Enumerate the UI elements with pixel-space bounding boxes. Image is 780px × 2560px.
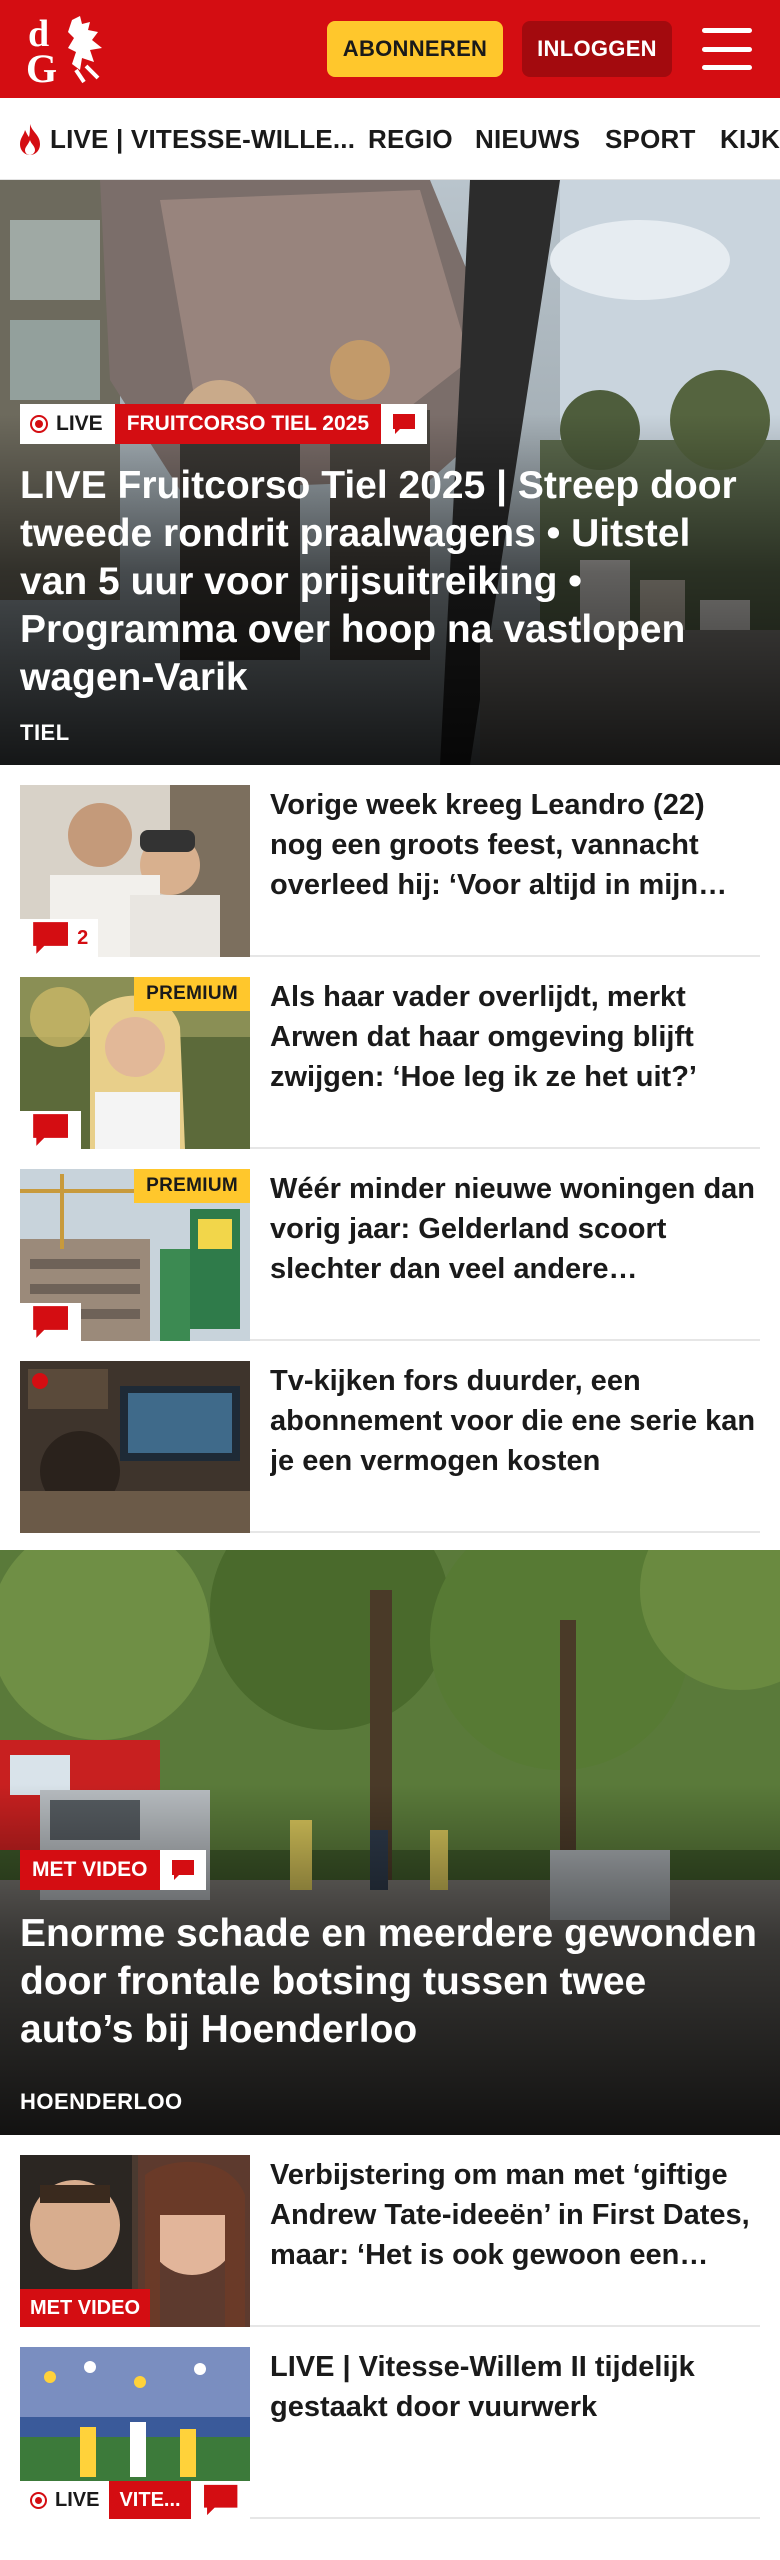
comment-count[interactable] xyxy=(20,1303,82,1341)
hero-labels: LIVE FRUITCORSO TIEL 2025 xyxy=(20,404,428,444)
live-badge: LIVE xyxy=(20,404,115,444)
hero-article-hoenderloo[interactable]: MET VIDEO Enorme schade en meerdere gewo… xyxy=(0,1550,780,2135)
live-badge: LIVE xyxy=(20,2481,110,2519)
hero-location: TIEL xyxy=(20,720,70,745)
article-title[interactable]: Tv-kijken fors duurder, een abonnement v… xyxy=(270,1361,760,1481)
list-item[interactable]: PREMIUM Wéér minder nieuwe woningen dan … xyxy=(20,1149,760,1341)
list-item[interactable]: 2 Vorige week kreeg Leandro (22) nog een… xyxy=(20,765,760,957)
comment-count[interactable]: 2 xyxy=(20,919,99,957)
hero-location: HOENDERLOO xyxy=(20,2089,183,2114)
comment-icon xyxy=(33,1306,68,1338)
section-nav: LIVE | VITESSE-WILLE... REGIO NIEUWS SPO… xyxy=(0,98,780,180)
article-thumbnail: LIVE VITE... xyxy=(20,2347,250,2519)
list-item[interactable]: Tv-kijken fors duurder, een abonnement v… xyxy=(20,1341,760,1533)
flame-icon xyxy=(20,124,40,155)
hero-labels: MET VIDEO xyxy=(20,1850,206,1890)
list-item[interactable]: PREMIUM Als haar vader overlijdt, merkt … xyxy=(20,957,760,1149)
article-thumbnail: PREMIUM xyxy=(20,1169,250,1341)
hero-title[interactable]: Enorme schade en meerdere gewonden door … xyxy=(20,1910,760,2054)
comment-count[interactable] xyxy=(190,2481,250,2519)
premium-badge: PREMIUM xyxy=(134,977,250,1011)
site-header: d G ABONNEREN INLOGGEN xyxy=(0,0,780,98)
video-badge: MET VIDEO xyxy=(20,1850,160,1890)
article-title[interactable]: Als haar vader overlijdt, merkt Arwen da… xyxy=(270,977,760,1097)
nav-item-regio[interactable]: REGIO xyxy=(368,98,453,179)
category-badge[interactable]: FRUITCORSO TIEL 2025 xyxy=(114,404,382,444)
hamburger-menu-icon[interactable] xyxy=(702,28,752,70)
login-button[interactable]: INLOGGEN xyxy=(522,21,672,77)
live-dot-icon xyxy=(30,2491,47,2509)
article-thumbnail: 2 xyxy=(20,785,250,957)
nav-item-sport[interactable]: SPORT xyxy=(605,98,696,179)
comment-count[interactable] xyxy=(20,1111,82,1149)
video-badge: MET VIDEO xyxy=(20,2289,151,2327)
comment-icon[interactable] xyxy=(159,1850,206,1890)
premium-badge: PREMIUM xyxy=(134,1169,250,1203)
article-thumbnail xyxy=(20,1361,250,1533)
article-thumbnail: PREMIUM xyxy=(20,977,250,1149)
comment-icon xyxy=(33,922,68,954)
comment-icon xyxy=(203,2484,237,2516)
live-dot-icon xyxy=(30,415,48,433)
list-item[interactable]: MET VIDEO Verbijstering om man met ‘gift… xyxy=(20,2135,760,2327)
nav-item-label: LIVE | VITESSE-WILLE... xyxy=(50,123,356,154)
article-title[interactable]: Wéér minder nieuwe woningen dan vorig ja… xyxy=(270,1169,760,1289)
logo-icon: d G xyxy=(26,13,102,91)
subscribe-button[interactable]: ABONNEREN xyxy=(327,21,503,77)
nav-item-nieuws[interactable]: NIEUWS xyxy=(475,98,580,179)
nav-item-kijk[interactable]: KIJK xyxy=(720,98,780,179)
article-title[interactable]: LIVE | Vitesse-Willem II tijdelijk gesta… xyxy=(270,2347,760,2427)
hero-article-fruitcorso[interactable]: LIVE FRUITCORSO TIEL 2025 LIVE Fruitcors… xyxy=(0,180,780,765)
article-title[interactable]: Vorige week kreeg Leandro (22) nog een g… xyxy=(270,785,760,905)
category-badge[interactable]: VITE... xyxy=(109,2481,191,2519)
nav-item-live[interactable]: LIVE | VITESSE-WILLE... xyxy=(16,98,356,179)
hero-title[interactable]: LIVE Fruitcorso Tiel 2025 | Streep door … xyxy=(20,462,760,702)
article-thumbnail: MET VIDEO xyxy=(20,2155,250,2327)
comment-icon[interactable] xyxy=(381,404,428,444)
list-item[interactable]: LIVE VITE... LIVE | Vitesse-Willem II ti… xyxy=(20,2327,760,2519)
comment-icon xyxy=(33,1114,68,1146)
site-logo[interactable]: d G xyxy=(24,12,116,91)
article-title[interactable]: Verbijstering om man met ‘giftige Andrew… xyxy=(270,2155,760,2275)
svg-text:G: G xyxy=(26,46,57,86)
